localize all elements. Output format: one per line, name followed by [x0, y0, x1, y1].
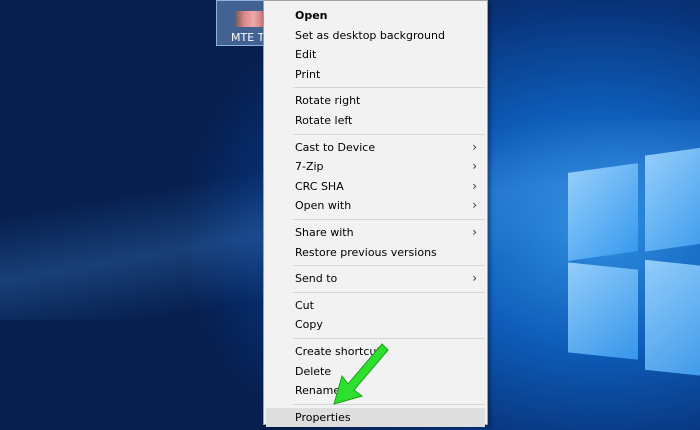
menu-item-crc-sha[interactable]: CRC SHA ›	[266, 177, 485, 197]
menu-item-label: Send to	[295, 272, 338, 286]
chevron-right-icon: ›	[472, 178, 477, 193]
menu-item-label: 7-Zip	[295, 160, 324, 174]
menu-item-label: Open	[295, 9, 328, 22]
menu-separator	[293, 337, 485, 339]
menu-item-cut[interactable]: Cut	[266, 296, 485, 316]
menu-item-cast-to-device[interactable]: Cast to Device ›	[266, 138, 485, 158]
chevron-right-icon: ›	[472, 159, 477, 174]
menu-item-label: CRC SHA	[295, 179, 344, 193]
menu-item-label: Cut	[295, 298, 314, 312]
menu-item-label: Share with	[295, 225, 354, 239]
image-thumbnail-icon	[235, 11, 263, 27]
menu-item-label: Print	[295, 67, 321, 81]
menu-item-open[interactable]: Open	[266, 6, 485, 26]
green-pointer-arrow-icon	[333, 343, 389, 405]
menu-item-copy[interactable]: Copy	[266, 315, 485, 335]
menu-item-label: Copy	[295, 318, 323, 332]
menu-item-rotate-right[interactable]: Rotate right	[266, 91, 485, 111]
menu-item-print[interactable]: Print	[266, 65, 485, 85]
menu-separator	[293, 265, 485, 267]
menu-item-edit[interactable]: Edit	[266, 45, 485, 65]
menu-separator	[293, 133, 485, 135]
menu-item-send-to[interactable]: Send to ›	[266, 269, 485, 289]
menu-separator	[293, 87, 485, 89]
menu-item-share-with[interactable]: Share with ›	[266, 223, 485, 243]
menu-item-set-as-desktop-background[interactable]: Set as desktop background	[266, 26, 485, 46]
desktop-file-icon[interactable]: MTE T...	[216, 0, 274, 46]
menu-item-label: Properties	[295, 410, 351, 424]
menu-item-label: Set as desktop background	[295, 28, 445, 42]
chevron-right-icon: ›	[472, 271, 477, 286]
chevron-right-icon: ›	[472, 224, 477, 239]
menu-item-label: Rotate left	[295, 113, 353, 127]
menu-item-rotate-left[interactable]: Rotate left	[266, 111, 485, 131]
menu-item-label: Delete	[295, 364, 332, 378]
chevron-right-icon: ›	[472, 139, 477, 154]
menu-separator	[293, 291, 485, 293]
menu-item-label: Restore previous versions	[295, 245, 437, 259]
windows-logo-wallpaper	[540, 140, 700, 430]
menu-item-open-with[interactable]: Open with ›	[266, 196, 485, 216]
menu-item-label: Cast to Device	[295, 140, 376, 154]
menu-separator	[293, 218, 485, 220]
chevron-right-icon: ›	[472, 198, 477, 213]
menu-item-label: Rotate right	[295, 94, 361, 108]
menu-item-label: Edit	[295, 48, 317, 62]
menu-item-label: Open with	[295, 199, 352, 213]
menu-item-restore-previous-versions[interactable]: Restore previous versions	[266, 243, 485, 263]
menu-item-properties[interactable]: Properties	[266, 407, 485, 428]
menu-item-7-zip[interactable]: 7-Zip ›	[266, 157, 485, 177]
